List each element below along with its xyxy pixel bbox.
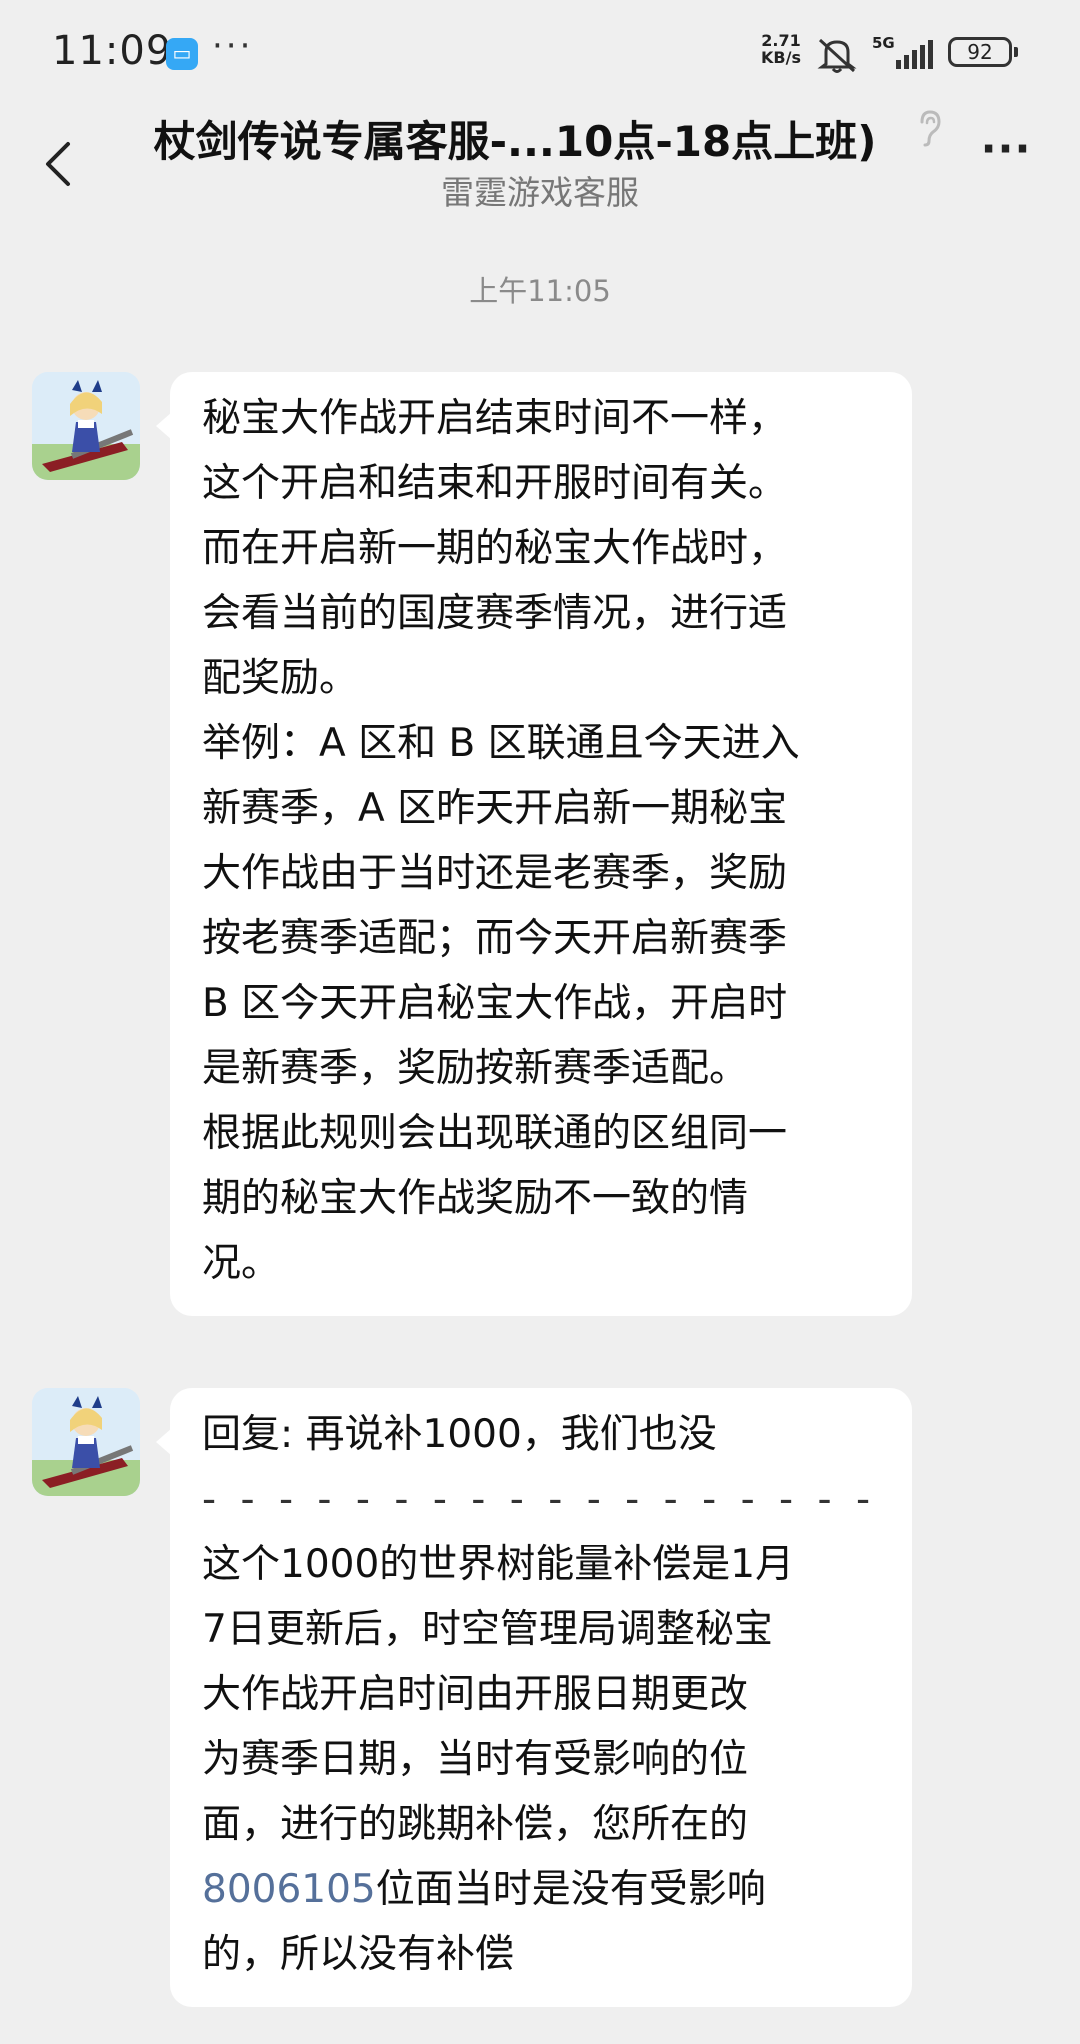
sender-avatar[interactable] bbox=[32, 1388, 140, 1496]
message-line: 会看当前的国度赛季情况，进行适 bbox=[202, 591, 788, 636]
network-type: 5G bbox=[872, 34, 895, 52]
chat-subtitle: 雷霆游戏客服 bbox=[441, 173, 639, 212]
network-speed: 2.71 KB/s bbox=[756, 32, 806, 66]
message-line: 举例：A 区和 B 区联通且今天进入 bbox=[202, 721, 800, 766]
message-line: 新赛季，A 区昨天开启新一期秘宝 bbox=[202, 786, 788, 831]
mute-bell-icon bbox=[817, 38, 857, 73]
earpiece-mode-icon bbox=[920, 110, 941, 147]
message-line: 的，所以没有补偿 bbox=[202, 1932, 515, 1977]
message-line: 7日更新后，时空管理局调整秘宝 bbox=[202, 1607, 773, 1652]
network-speed-value: 2.71 bbox=[761, 31, 801, 50]
reply-separator: - - - - - - - - - - - - - - - - - - bbox=[202, 1477, 877, 1522]
message-bubble[interactable]: 秘宝大作战开启结束时间不一样， 这个开启和结束和开服时间有关。 而在开启新一期的… bbox=[156, 372, 912, 1316]
message-line: 而在开启新一期的秘宝大作战时， bbox=[202, 526, 788, 571]
message-line: 大作战开启时间由开服日期更改 bbox=[202, 1672, 749, 1717]
message-line: B 区今天开启秘宝大作战，开启时 bbox=[202, 981, 788, 1026]
message-line: 配奖励。 bbox=[202, 656, 359, 701]
message-line: 为赛季日期，当时有受影响的位 bbox=[202, 1737, 749, 1782]
status-bar: 11:09 ▭ ··· 2.71 KB/s 5G 92 bbox=[0, 0, 1080, 104]
message-line: 面，进行的跳期补偿，您所在的 bbox=[202, 1802, 749, 1847]
more-options-button[interactable]: ··· bbox=[976, 128, 1036, 174]
message-line: 期的秘宝大作战奖励不一致的情 bbox=[202, 1176, 749, 1221]
message-line: 况。 bbox=[202, 1241, 281, 1286]
more-notifications-icon: ··· bbox=[212, 26, 254, 66]
message-line-rest: 位面当时是没有受影响 bbox=[375, 1867, 766, 1912]
reply-quote-line[interactable]: 回复: 再说补1000，我们也没 bbox=[202, 1402, 886, 1467]
network-speed-unit: KB/s bbox=[761, 48, 801, 67]
message-line: 按老赛季适配；而今天开启新赛季 bbox=[202, 916, 788, 961]
server-number-link[interactable]: 8006105 bbox=[202, 1867, 376, 1912]
message-line: 大作战由于当时还是老赛季，奖励 bbox=[202, 851, 788, 896]
signal-icon bbox=[896, 40, 933, 69]
avatar-image bbox=[32, 1388, 140, 1496]
message-line: 根据此规则会出现联通的区组同一 bbox=[202, 1111, 788, 1156]
message-line: 8006105位面当时是没有受影响 bbox=[202, 1857, 886, 1922]
battery-icon: 92 bbox=[948, 37, 1018, 67]
message-line: 这个开启和结束和开服时间有关。 bbox=[202, 461, 788, 506]
qq-notification-icon: ▭ bbox=[166, 38, 198, 70]
message-line: 是新赛季，奖励按新赛季适配。 bbox=[202, 1046, 749, 1091]
status-time: 11:09 bbox=[52, 28, 173, 74]
message-line: 这个1000的世界树能量补偿是1月 bbox=[202, 1542, 795, 1587]
avatar-image bbox=[32, 372, 140, 480]
sender-avatar[interactable] bbox=[32, 372, 140, 480]
message-line: 秘宝大作战开启结束时间不一样， bbox=[202, 396, 788, 441]
chat-title[interactable]: 杖剑传说专属客服-...10点-18点上班) bbox=[110, 108, 920, 169]
message-bubble[interactable]: 回复: 再说补1000，我们也没 - - - - - - - - - - - -… bbox=[156, 1388, 912, 2007]
message-timestamp: 上午11:05 bbox=[469, 274, 611, 308]
